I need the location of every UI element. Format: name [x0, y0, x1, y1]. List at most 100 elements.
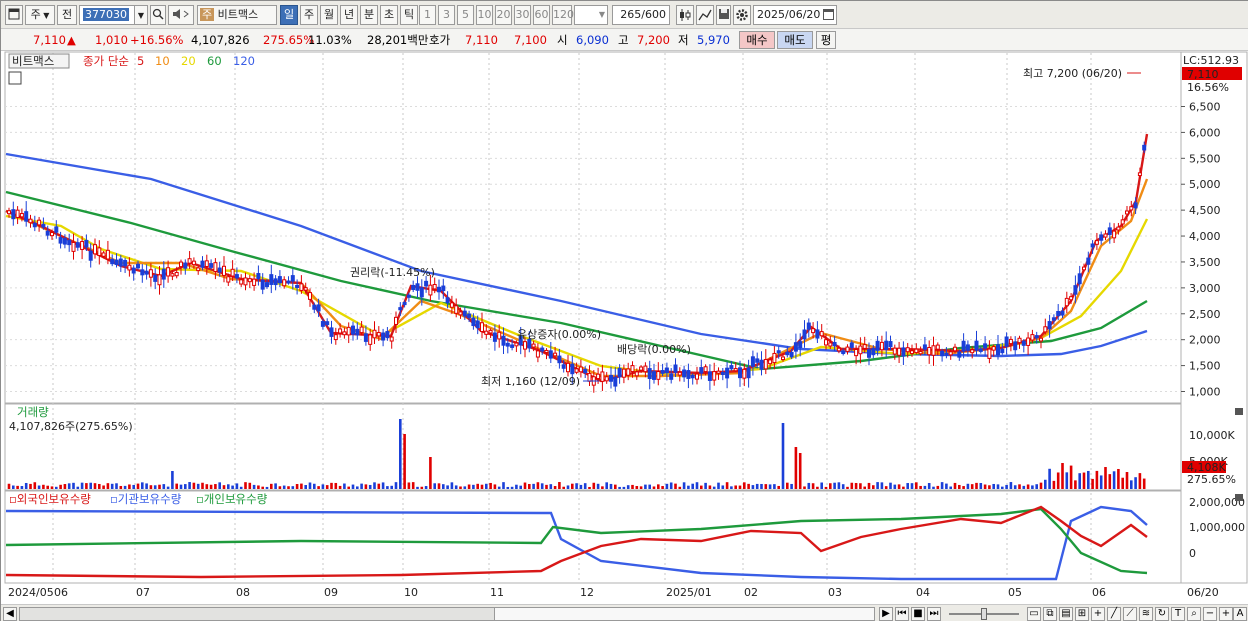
- period-select[interactable]: 주 ▼: [25, 5, 55, 25]
- candle-body: [88, 250, 93, 261]
- candle-body: [510, 344, 515, 348]
- candle-body: [45, 230, 50, 236]
- grid-icon[interactable]: ⊞: [1075, 607, 1089, 621]
- volume-bar: [540, 483, 544, 489]
- candle-body: [596, 373, 601, 380]
- volume-bar: [837, 482, 841, 489]
- candle-body: [587, 372, 592, 382]
- candle-body: [1086, 257, 1091, 265]
- tab-period-year[interactable]: 년: [340, 5, 358, 25]
- x-axis-label: 10: [404, 586, 418, 599]
- trend-tool-icon[interactable]: ⟋: [1123, 607, 1137, 621]
- candle-body: [359, 326, 364, 334]
- search-icon[interactable]: [150, 5, 166, 25]
- interval-custom-select[interactable]: ▼: [574, 5, 608, 25]
- font-size-icon[interactable]: A: [1233, 607, 1247, 621]
- volume-bar: [575, 483, 578, 489]
- interval-3[interactable]: 3: [438, 5, 455, 25]
- interval-20[interactable]: 20: [495, 5, 512, 25]
- sound-icon[interactable]: [168, 5, 194, 25]
- zoom-out-icon[interactable]: −: [1203, 607, 1217, 621]
- volume-bar: [93, 483, 97, 489]
- volume-bar: [257, 485, 260, 489]
- interval-1[interactable]: 1: [419, 5, 436, 25]
- volume-bar: [592, 482, 596, 489]
- volume-bar: [377, 483, 381, 489]
- stock-name-field[interactable]: 주 비트맥스: [197, 5, 277, 25]
- scroll-thumb[interactable]: [494, 608, 874, 620]
- volume-bar: [1052, 480, 1056, 489]
- scroll-track[interactable]: [19, 607, 875, 621]
- crosshair-icon[interactable]: +: [1091, 607, 1105, 621]
- holdings-tick-label: 0: [1189, 547, 1196, 560]
- window-split-icon[interactable]: ⧉: [1043, 607, 1057, 621]
- prev-button[interactable]: 전: [57, 5, 77, 25]
- zoom-in-icon[interactable]: +: [1219, 607, 1233, 621]
- candle-body: [1047, 321, 1052, 330]
- volume-bar: [89, 482, 92, 489]
- interval-120[interactable]: 120: [552, 5, 574, 25]
- candle-body: [570, 363, 575, 375]
- volume-bar: [123, 485, 127, 489]
- jump-end-button[interactable]: ⏭: [927, 607, 941, 621]
- candle-body: [441, 285, 446, 292]
- stock-code-input[interactable]: 377030: [79, 5, 137, 25]
- jump-start-button[interactable]: ⏮: [895, 607, 909, 621]
- sell-button[interactable]: 매도: [777, 31, 813, 49]
- volume-bar: [407, 482, 411, 489]
- scroll-right-arrow[interactable]: ▶: [879, 607, 893, 621]
- code-dropdown-button[interactable]: ▼: [134, 5, 148, 25]
- evaluate-button[interactable]: 평: [816, 31, 836, 49]
- tab-period-minute[interactable]: 분: [360, 5, 378, 25]
- candle-body: [970, 349, 975, 354]
- tab-period-second[interactable]: 초: [380, 5, 398, 25]
- tab-period-month[interactable]: 월: [320, 5, 338, 25]
- compare-icon[interactable]: ▤: [1059, 607, 1073, 621]
- text-tool-icon[interactable]: T: [1171, 607, 1185, 621]
- tab-period-day[interactable]: 일: [280, 5, 298, 25]
- fibo-tool-icon[interactable]: ≋: [1139, 607, 1153, 621]
- stop-button[interactable]: ■: [911, 607, 925, 621]
- layout-icon[interactable]: ▭: [1027, 607, 1041, 621]
- interval-5[interactable]: 5: [457, 5, 474, 25]
- volume-bar: [1001, 486, 1004, 489]
- chart-canvas[interactable]: 2024/05 06 07 08 09 10 11 12 2025/01 02 03 04 05 06 06…: [1, 51, 1248, 604]
- candle-body: [462, 310, 467, 317]
- tab-period-tick[interactable]: 틱: [400, 5, 418, 25]
- zoom-search-icon[interactable]: ⌕: [1187, 607, 1201, 621]
- volume-bar: [798, 453, 802, 489]
- date-field[interactable]: 2025/06/20: [753, 5, 837, 25]
- interval-10[interactable]: 10: [476, 5, 493, 25]
- volume-bar: [712, 486, 716, 489]
- save-icon[interactable]: [716, 5, 731, 25]
- calendar-icon[interactable]: [823, 9, 834, 20]
- scroll-left-arrow[interactable]: ◀: [3, 607, 17, 621]
- volume-bar: [811, 483, 815, 489]
- volume-bar: [1095, 470, 1099, 489]
- draw-tool-icon[interactable]: [696, 5, 714, 25]
- zoom-slider-handle[interactable]: [981, 608, 987, 620]
- x-axis-label: 02: [744, 586, 758, 599]
- gear-icon[interactable]: [733, 5, 751, 25]
- candle-body: [157, 274, 162, 286]
- volume-bar: [1035, 484, 1038, 489]
- tab-period-week[interactable]: 주: [300, 5, 318, 25]
- volume-bar: [1078, 473, 1081, 489]
- chart-area[interactable]: 2024/05 06 07 08 09 10 11 12 2025/01 02 03 04 05 06 06…: [1, 51, 1248, 604]
- volume-bar: [1087, 470, 1090, 489]
- line-tool-icon[interactable]: ╱: [1107, 607, 1121, 621]
- buy-button[interactable]: 매수: [739, 31, 775, 49]
- candle-type-icon[interactable]: [676, 5, 694, 25]
- chart-scrollbar[interactable]: ◀ ▶ ⏮ ■ ⏭ ▭ ⧉ ▤ ⊞ + ╱ ⟋ ≋ ↻ T ⌕ − + A: [1, 604, 1248, 621]
- bar-count-field[interactable]: 265/600: [612, 5, 670, 25]
- candle-body: [217, 267, 222, 273]
- interval-60[interactable]: 60: [533, 5, 550, 25]
- volume-bar: [829, 483, 832, 489]
- candle-body: [1082, 266, 1086, 271]
- window-menu-icon[interactable]: [5, 5, 23, 25]
- refresh-icon[interactable]: ↻: [1155, 607, 1169, 621]
- volume-bar: [239, 486, 243, 489]
- candle-body: [948, 351, 953, 356]
- zoom-slider[interactable]: [949, 608, 1019, 620]
- interval-30[interactable]: 30: [514, 5, 531, 25]
